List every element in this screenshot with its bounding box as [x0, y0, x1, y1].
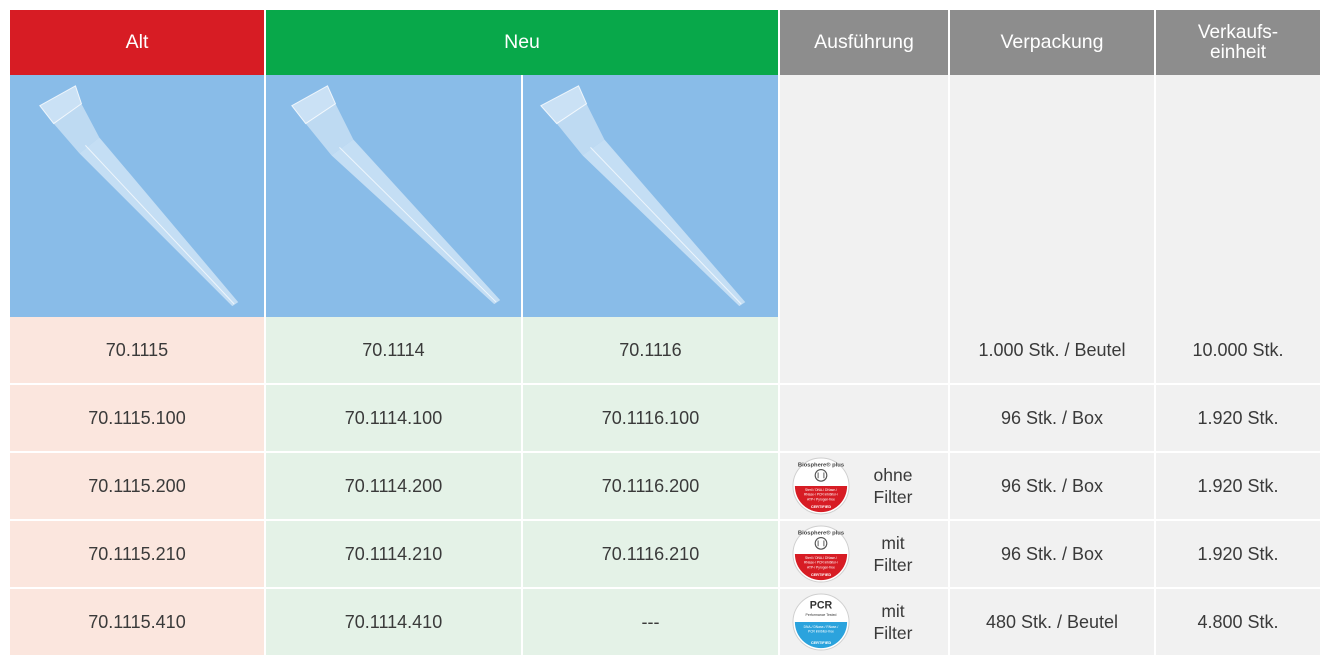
cell-alt: 70.1115.210 [10, 521, 266, 587]
pipette-tip-icon [291, 85, 501, 305]
cell-verpackung: 96 Stk. / Box [950, 453, 1156, 519]
table-row: 70.1115.210 70.1114.210 70.1116.210 Bios… [10, 521, 1320, 589]
pipette-tip-icon [39, 85, 239, 307]
svg-text:Steril / DNA-/ DNase-/: Steril / DNA-/ DNase-/ [805, 488, 837, 492]
cell-neu-1: 70.1114 [266, 317, 523, 383]
cell-alt: 70.1115 [10, 317, 266, 383]
pipette-tip-image-alt [10, 75, 266, 317]
svg-text:Biosphere® plus: Biosphere® plus [798, 530, 844, 537]
cell-alt: 70.1115.410 [10, 589, 266, 655]
cell-ve: 1.920 Stk. [1156, 453, 1320, 519]
svg-text:CERTIFIED: CERTIFIED [811, 641, 832, 645]
header-ve-line2: einheit [1210, 41, 1266, 63]
table-header: Alt Neu Ausführung Verpackung Verkaufs- … [10, 10, 1320, 75]
svg-text:Biosphere® plus: Biosphere® plus [798, 462, 844, 469]
cell-ausfuehrung [780, 385, 950, 451]
cell-verpackung: 1.000 Stk. / Beutel [950, 317, 1156, 383]
ausfuehrung-line1: ohne [873, 465, 913, 485]
cell-neu-2: 70.1116.210 [523, 521, 780, 587]
cell-neu-2: 70.1116 [523, 317, 780, 383]
svg-text:CERTIFIED: CERTIFIED [811, 505, 832, 509]
image-row [10, 75, 1320, 317]
svg-text:CERTIFIED: CERTIFIED [811, 573, 832, 577]
cell-alt: 70.1115.200 [10, 453, 266, 519]
cell-ve: 1.920 Stk. [1156, 521, 1320, 587]
ausfuehrung-label: ohne Filter [858, 464, 928, 508]
svg-text:RNase-/ PCR inhibitor-/: RNase-/ PCR inhibitor-/ [804, 561, 838, 565]
image-empty-ausfuehrung [780, 75, 950, 317]
ausfuehrung-line1: mit [881, 533, 905, 553]
ausfuehrung-line2: Filter [873, 555, 913, 575]
header-ve-line1: Verkaufs- [1197, 21, 1279, 43]
svg-text:PCR inhibitor-free: PCR inhibitor-free [808, 630, 834, 634]
cell-ve: 10.000 Stk. [1156, 317, 1320, 383]
biosphere-plus-badge-icon: Biosphere® plus Steril / DNA-/ DNase-/ R… [792, 525, 850, 583]
ausfuehrung-line2: Filter [873, 623, 913, 643]
cell-alt: 70.1115.100 [10, 385, 266, 451]
table-row: 70.1115.410 70.1114.410 --- PCR Performa… [10, 589, 1320, 655]
svg-text:DNA-/ DNase-/ RNase-/: DNA-/ DNase-/ RNase-/ [804, 625, 839, 629]
cell-neu-1: 70.1114.210 [266, 521, 523, 587]
cell-ausfuehrung [780, 317, 950, 383]
svg-text:PCR: PCR [810, 599, 833, 611]
header-alt: Alt [10, 10, 266, 75]
cell-neu-2: 70.1116.200 [523, 453, 780, 519]
ausfuehrung-label: mit Filter [858, 532, 928, 576]
ausfuehrung-line1: mit [881, 601, 905, 621]
header-verkaufseinheit: Verkaufs- einheit [1156, 10, 1320, 75]
header-verpackung: Verpackung [950, 10, 1156, 75]
svg-text:Performance Tested: Performance Tested [806, 613, 837, 617]
image-empty-ve [1156, 75, 1320, 317]
pipette-tip-icon [540, 85, 746, 307]
header-ausfuehrung: Ausführung [780, 10, 950, 75]
cell-ve: 1.920 Stk. [1156, 385, 1320, 451]
image-empty-verpackung [950, 75, 1156, 317]
svg-text:ATP-/ Pyrogen-free: ATP-/ Pyrogen-free [807, 566, 835, 570]
cell-verpackung: 480 Stk. / Beutel [950, 589, 1156, 655]
cell-neu-1: 70.1114.200 [266, 453, 523, 519]
cell-ausfuehrung: Biosphere® plus Steril / DNA-/ DNase-/ R… [780, 453, 950, 519]
cell-neu-1: 70.1114.100 [266, 385, 523, 451]
cell-ausfuehrung: PCR Performance Tested DNA-/ DNase-/ RNa… [780, 589, 950, 655]
cell-neu-2: 70.1116.100 [523, 385, 780, 451]
cell-ve: 4.800 Stk. [1156, 589, 1320, 655]
table-row: 70.1115.100 70.1114.100 70.1116.100 96 S… [10, 385, 1320, 453]
svg-text:Steril / DNA-/ DNase-/: Steril / DNA-/ DNase-/ [805, 556, 837, 560]
table-row: 70.1115.200 70.1114.200 70.1116.200 Bios… [10, 453, 1320, 521]
pcr-performance-badge-icon: PCR Performance Tested DNA-/ DNase-/ RNa… [792, 593, 850, 651]
cell-verpackung: 96 Stk. / Box [950, 521, 1156, 587]
pipette-tip-image-neu-1 [266, 75, 523, 317]
header-neu: Neu [266, 10, 780, 75]
cell-verpackung: 96 Stk. / Box [950, 385, 1156, 451]
table-row: 70.1115 70.1114 70.1116 1.000 Stk. / Beu… [10, 317, 1320, 385]
biosphere-plus-badge-icon: Biosphere® plus Steril / DNA-/ DNase-/ R… [792, 457, 850, 515]
svg-text:RNase-/ PCR inhibitor-/: RNase-/ PCR inhibitor-/ [804, 493, 838, 497]
svg-text:ATP-/ Pyrogen-free: ATP-/ Pyrogen-free [807, 498, 835, 502]
ausfuehrung-label: mit Filter [858, 600, 928, 644]
cell-ausfuehrung: Biosphere® plus Steril / DNA-/ DNase-/ R… [780, 521, 950, 587]
cell-neu-1: 70.1114.410 [266, 589, 523, 655]
pipette-tip-image-neu-2 [523, 75, 780, 317]
ausfuehrung-line2: Filter [873, 487, 913, 507]
cell-neu-2: --- [523, 589, 780, 655]
